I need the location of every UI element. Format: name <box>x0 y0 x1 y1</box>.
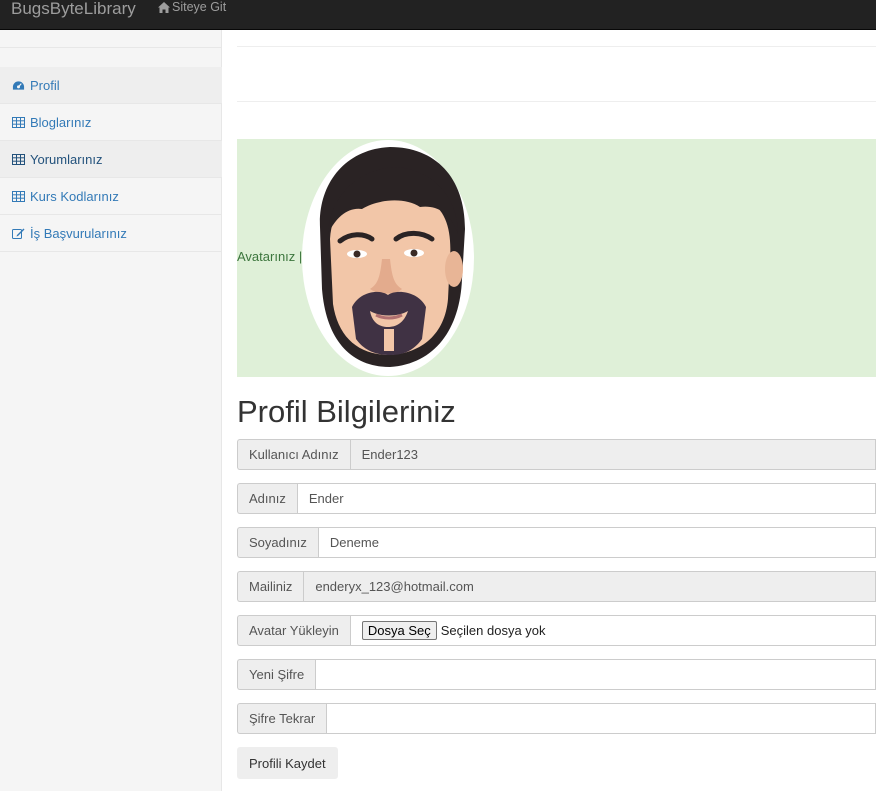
site-link-label: Siteye Git <box>172 0 227 14</box>
table-icon <box>12 116 26 128</box>
sidebar-item-bloglariniz[interactable]: Bloglarınız <box>0 104 222 141</box>
choose-file-button[interactable]: Dosya Seç <box>361 621 437 640</box>
table-icon <box>12 190 26 202</box>
sidebar-item-is-basvurulariniz[interactable]: İş Başvurularınız <box>0 215 222 252</box>
site-link[interactable]: Siteye Git <box>158 0 226 14</box>
sidebar-item-label: Bloglarınız <box>30 114 92 130</box>
repeat-password-group: Şifre Tekrar <box>237 703 876 734</box>
lastname-field[interactable]: Deneme <box>317 527 876 558</box>
sidebar-item-label: Profil <box>30 77 60 93</box>
divider <box>237 46 876 47</box>
top-navbar: BugsByteLibrary Siteye Git <box>0 0 876 30</box>
firstname-label: Adınız <box>237 483 297 514</box>
divider <box>237 101 876 102</box>
save-profile-button[interactable]: Profili Kaydet <box>237 747 338 779</box>
new-password-field[interactable] <box>315 659 876 690</box>
username-group: Kullanıcı Adınız Ender123 <box>237 439 876 470</box>
username-field: Ender123 <box>349 439 876 470</box>
sidebar-item-kurs-kodlariniz[interactable]: Kurs Kodlarınız <box>0 178 222 215</box>
lastname-group: Soyadınız Deneme <box>237 527 876 558</box>
sidebar-item-label: İş Başvurularınız <box>30 225 127 241</box>
table-icon <box>12 153 26 165</box>
avatar-upload-label: Avatar Yükleyin <box>237 615 350 646</box>
avatar-image <box>302 140 474 376</box>
firstname-group: Adınız Ender <box>237 483 876 514</box>
sidebar-item-profil[interactable]: Profil <box>0 67 222 104</box>
firstname-field[interactable]: Ender <box>296 483 876 514</box>
avatar-panel: Avatarınız | <box>237 139 876 377</box>
mail-field: enderyx_123@hotmail.com <box>303 571 876 602</box>
new-password-label: Yeni Şifre <box>237 659 316 690</box>
new-password-group: Yeni Şifre <box>237 659 876 690</box>
sidebar-item-label: Kurs Kodlarınız <box>30 188 119 204</box>
repeat-password-label: Şifre Tekrar <box>237 703 327 734</box>
edit-icon <box>12 227 26 239</box>
file-status: Seçilen dosya yok <box>440 623 546 638</box>
page-title: Profil Bilgileriniz <box>237 394 456 429</box>
home-icon <box>158 1 170 13</box>
lastname-label: Soyadınız <box>237 527 318 558</box>
username-label: Kullanıcı Adınız <box>237 439 350 470</box>
dashboard-icon <box>12 79 26 91</box>
mail-label: Mailiniz <box>237 571 304 602</box>
file-input[interactable]: Dosya Seç Seçilen dosya yok <box>349 615 876 646</box>
mail-group: Mailiniz enderyx_123@hotmail.com <box>237 571 876 602</box>
avatar-upload-group: Avatar Yükleyin Dosya Seç Seçilen dosya … <box>237 615 876 646</box>
avatar-label: Avatarınız | <box>237 249 303 264</box>
repeat-password-field[interactable] <box>326 703 876 734</box>
sidebar-item-label: Yorumlarınız <box>30 151 103 167</box>
sidebar-item-yorumlariniz[interactable]: Yorumlarınız <box>0 141 222 178</box>
sidebar-spacer <box>0 30 221 48</box>
brand-logo[interactable]: BugsByteLibrary <box>11 0 136 18</box>
